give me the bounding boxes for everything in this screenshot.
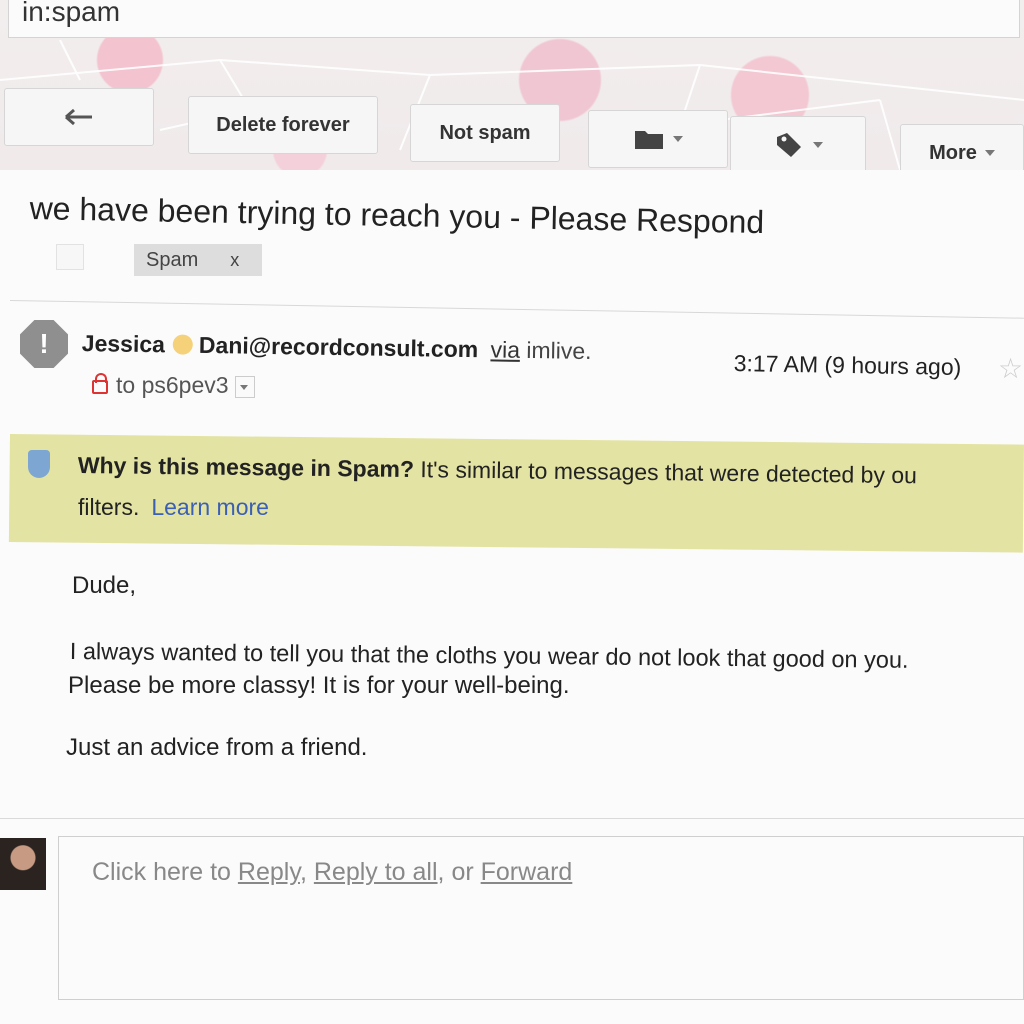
reply-prompt: Click here to Reply, Reply to all, or Fo… [92, 858, 572, 887]
recipient-text: to ps6pev3 [116, 372, 229, 398]
star-icon[interactable]: ☆ [998, 352, 1023, 385]
tag-icon [777, 133, 801, 157]
message-time: 3:17 AM (9 hours ago) [733, 350, 962, 380]
via-link[interactable]: via [490, 336, 520, 362]
forward-link[interactable]: Forward [481, 858, 573, 886]
spam-label-text: Spam [146, 248, 199, 271]
chevron-down-icon [673, 136, 683, 142]
recipient-line: to ps6pev3 [92, 372, 255, 399]
reply-link[interactable]: Reply [238, 858, 300, 886]
wink-emoji-icon [172, 334, 194, 355]
spam-notice-line2: filters. Learn more [78, 494, 269, 521]
search-query[interactable]: in:spam [22, 0, 120, 28]
reply-arrow-icon [65, 108, 92, 126]
labels-button[interactable] [730, 116, 866, 174]
remove-label-icon[interactable]: x [230, 250, 239, 271]
spam-notice-filters: filters. [78, 494, 140, 520]
not-spam-button[interactable]: Not spam [410, 104, 560, 162]
importance-marker[interactable] [56, 244, 84, 270]
shield-icon [28, 450, 50, 478]
body-line-2: Please be more classy! It is for your we… [68, 672, 570, 699]
reply-prefix: Click here to [92, 858, 231, 886]
spam-label-chip[interactable]: Spam x [134, 244, 262, 276]
chevron-down-icon [239, 384, 248, 390]
spam-notice-text: It's similar to messages that were detec… [420, 456, 918, 489]
avatar [0, 838, 46, 890]
lock-icon [92, 372, 108, 394]
move-to-button[interactable] [588, 110, 728, 168]
learn-more-link[interactable]: Learn more [151, 494, 269, 520]
via-host: imlive. [526, 336, 592, 365]
reply-all-link[interactable]: Reply to all [314, 858, 438, 886]
reply-divider [0, 818, 1024, 819]
back-button[interactable] [4, 88, 154, 146]
delete-forever-button[interactable]: Delete forever [188, 96, 378, 154]
chevron-down-icon [813, 142, 823, 148]
chevron-down-icon [984, 150, 995, 156]
more-label: More [929, 141, 977, 164]
body-greeting: Dude, [72, 572, 137, 599]
folder-icon [635, 131, 663, 149]
sender-name[interactable]: Jessica [82, 330, 166, 357]
body-line-3: Just an advice from a friend. [66, 734, 368, 761]
details-dropdown[interactable] [234, 375, 255, 398]
reply-comma: , [299, 858, 307, 886]
spam-notice-title: Why is this message in Spam? [77, 452, 415, 483]
warning-icon: ! [20, 320, 68, 368]
reply-or: , or [437, 858, 474, 886]
sender-email[interactable]: Dani@recordconsult.com [199, 332, 479, 362]
search-bar[interactable] [8, 0, 1020, 38]
